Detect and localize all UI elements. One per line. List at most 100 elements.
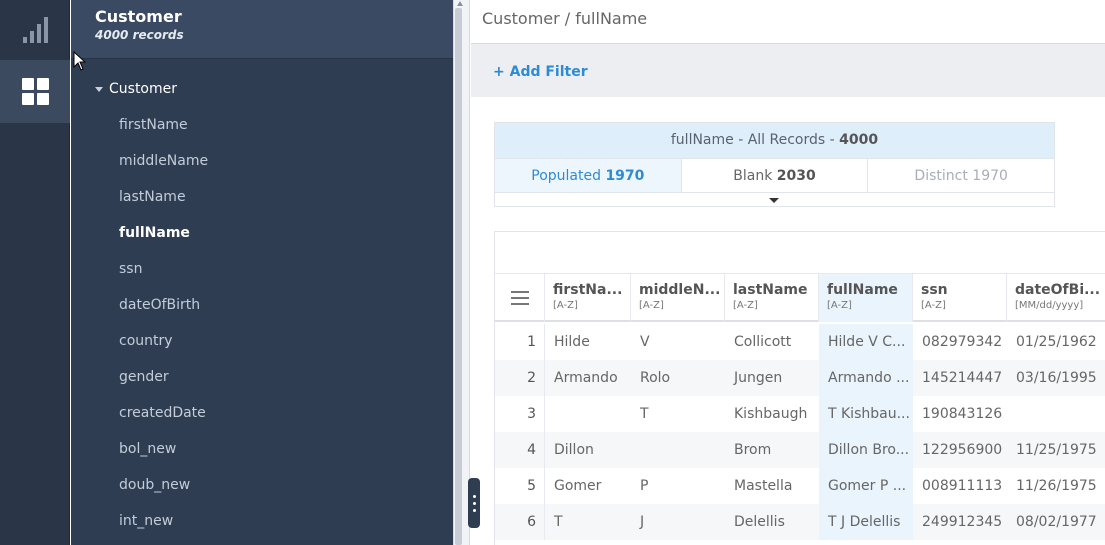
cell-firstname: Gomer	[554, 478, 602, 494]
cell-middlename: J	[640, 514, 645, 530]
scroll-up-arrow-icon[interactable]	[457, 1, 463, 6]
column-header-format: [A-Z]	[921, 300, 946, 311]
cell-fullname: Gomer P ...	[819, 468, 913, 504]
nav-rail	[0, 0, 70, 545]
cell-lastname: Mastella	[734, 478, 793, 494]
cell-dateofbirth: 11/26/1975	[1016, 478, 1097, 494]
stats-tabs: Populated 1970 Blank 2030 Distinct 1970	[495, 158, 1054, 193]
table-row[interactable]: 3 T Kishbaugh T Kishbau... 190843126	[495, 396, 1105, 432]
cell-fullname: Hilde V C...	[819, 324, 913, 360]
table-header: firstNa... [A-Z] middleN... [A-Z] lastNa…	[495, 274, 1105, 322]
sidebar-field-dateofbirth[interactable]: dateOfBirth	[119, 295, 200, 315]
column-header-format: [A-Z]	[827, 300, 852, 311]
tab-populated-count: 1970	[605, 168, 645, 184]
cell-fullname: T J Delellis	[819, 504, 913, 540]
grid-icon	[21, 78, 49, 105]
column-header-name: dateOfBi...	[1015, 282, 1101, 298]
sidebar-record-count: 4000 records	[95, 28, 184, 42]
tab-populated[interactable]: Populated 1970	[495, 159, 682, 192]
table-row[interactable]: 2 Armando Rolo Jungen Armando ... 145214…	[495, 360, 1105, 396]
cell-middlename: P	[640, 478, 649, 494]
cell-firstname: T	[554, 514, 563, 530]
cell-middlename: V	[640, 334, 650, 350]
cell-lastname: Brom	[734, 442, 772, 458]
cell-fullname: Dillon Bro...	[819, 432, 913, 468]
data-table: firstNa... [A-Z] middleN... [A-Z] lastNa…	[494, 231, 1105, 545]
cell-dateofbirth	[1007, 396, 1105, 432]
column-header-format: [A-Z]	[733, 300, 758, 311]
column-header-format: [A-Z]	[639, 300, 664, 311]
table-row[interactable]: 1 Hilde V Collicott Hilde V C... 0829793…	[495, 324, 1105, 360]
tree-root-customer[interactable]: Customer	[95, 80, 177, 98]
tab-distinct-label: Distinct	[914, 168, 973, 184]
add-filter-button[interactable]: + Add Filter	[493, 64, 588, 80]
cell-ssn: 008911113	[922, 478, 1003, 494]
table-row[interactable]: 5 Gomer P Mastella Gomer P ... 008911113…	[495, 468, 1105, 504]
cell-lastname: Delellis	[734, 514, 785, 530]
sidebar-field-doub-new[interactable]: doub_new	[119, 475, 190, 495]
column-header-dateofbirth[interactable]: dateOfBi... [MM/dd/yyyy]	[1007, 274, 1105, 322]
column-header-format: [A-Z]	[553, 300, 578, 311]
field-stats-panel: fullName - All Records - 4000 Populated …	[494, 122, 1055, 207]
sidebar-field-middlename[interactable]: middleName	[119, 151, 208, 171]
tab-blank-count: 2030	[776, 168, 816, 184]
row-number: 2	[495, 360, 545, 396]
sidebar-field-country[interactable]: country	[119, 331, 173, 351]
sidebar-scrollbar-thumb[interactable]	[455, 8, 462, 545]
column-header-firstname[interactable]: firstNa... [A-Z]	[545, 274, 631, 322]
cell-firstname: Armando	[554, 370, 618, 386]
breadcrumb: Customer / fullName	[482, 9, 648, 28]
column-header-fullname[interactable]: fullName [A-Z]	[819, 274, 913, 322]
sidebar-field-bol-new[interactable]: bol_new	[119, 439, 176, 459]
cell-fullname: Armando ...	[819, 360, 913, 396]
sidebar-field-fullname[interactable]: fullName	[119, 223, 190, 243]
cell-ssn: 082979342	[922, 334, 1003, 350]
tab-distinct[interactable]: Distinct 1970	[868, 159, 1054, 192]
tab-blank[interactable]: Blank 2030	[682, 159, 869, 192]
cell-ssn: 190843126	[922, 406, 1003, 422]
column-header-middlename[interactable]: middleN... [A-Z]	[631, 274, 725, 322]
column-header-name: middleN...	[639, 282, 721, 298]
sidebar-field-createddate[interactable]: createdDate	[119, 403, 206, 423]
bar-chart-icon	[22, 17, 48, 43]
cell-firstname	[545, 396, 631, 432]
table-row[interactable]: 6 T J Delellis T J Delellis 249912345 08…	[495, 504, 1105, 540]
row-number: 3	[495, 396, 545, 432]
tab-blank-label: Blank	[733, 168, 777, 184]
sidebar-field-gender[interactable]: gender	[119, 367, 169, 387]
table-row[interactable]: 4 Dillon Brom Dillon Bro... 122956900 11…	[495, 432, 1105, 468]
cell-ssn: 122956900	[922, 442, 1003, 458]
sidebar-field-lastname[interactable]: lastName	[119, 187, 186, 207]
rail-analytics-button[interactable]	[0, 0, 70, 60]
rail-grid-button[interactable]	[0, 60, 70, 123]
panel-collapse-handle[interactable]	[468, 478, 480, 528]
sidebar-field-ssn[interactable]: ssn	[119, 259, 142, 279]
column-header-name: fullName	[827, 282, 898, 298]
cell-dateofbirth: 01/25/1962	[1016, 334, 1097, 350]
caret-down-icon	[95, 87, 103, 92]
cell-ssn: 145214447	[922, 370, 1003, 386]
column-header-format: [MM/dd/yyyy]	[1015, 300, 1084, 311]
sidebar-field-int-new[interactable]: int_new	[119, 511, 173, 531]
column-header-ssn[interactable]: ssn [A-Z]	[913, 274, 1007, 322]
sidebar-header: Customer 4000 records	[71, 0, 453, 59]
expand-caret-icon[interactable]	[769, 198, 779, 203]
cell-firstname: Dillon	[554, 442, 594, 458]
cell-dateofbirth: 11/25/1975	[1016, 442, 1097, 458]
stats-header-label: fullName - All Records -	[670, 132, 840, 148]
row-number: 4	[495, 432, 545, 468]
column-header-name: ssn	[921, 282, 948, 298]
cell-lastname: Kishbaugh	[734, 406, 808, 422]
cell-middlename: T	[640, 406, 649, 422]
tree-root-label: Customer	[109, 81, 178, 97]
column-header-name: lastName	[733, 282, 808, 298]
cell-middlename: Rolo	[640, 370, 671, 386]
sidebar-field-firstname[interactable]: firstName	[119, 115, 188, 135]
column-header-lastname[interactable]: lastName [A-Z]	[725, 274, 819, 322]
stats-header: fullName - All Records - 4000	[495, 123, 1054, 158]
filter-bar: + Add Filter	[471, 44, 1105, 97]
cell-dateofbirth: 08/02/1977	[1016, 514, 1097, 530]
cell-middlename	[631, 432, 725, 468]
column-menu-button[interactable]	[495, 274, 545, 322]
cell-lastname: Collicott	[734, 334, 792, 350]
